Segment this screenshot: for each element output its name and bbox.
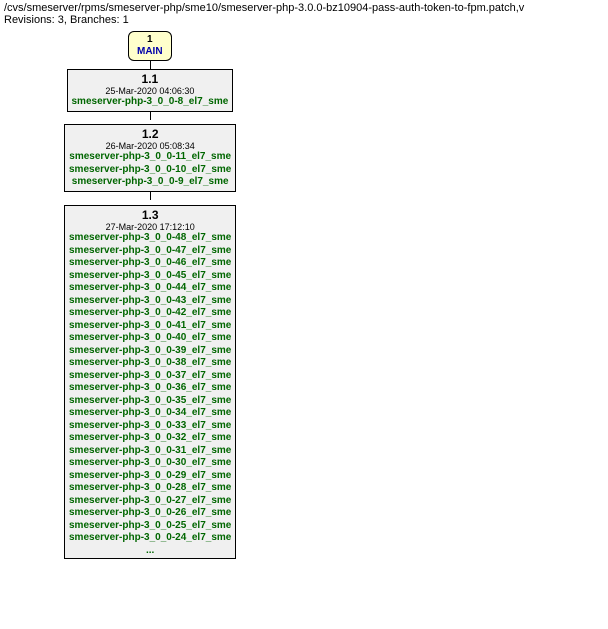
revision-box[interactable]: 1.226-Mar-2020 05:08:34smeserver-php-3_0… [64, 124, 236, 192]
revision-box[interactable]: 1.125-Mar-2020 04:06:30smeserver-php-3_0… [67, 69, 234, 112]
revision-tag: smeserver-php-3_0_0-42_el7_sme [69, 307, 231, 320]
connector [150, 61, 151, 69]
revision-date: 25-Mar-2020 04:06:30 [72, 86, 229, 96]
revision-tag: smeserver-php-3_0_0-36_el7_sme [69, 382, 231, 395]
revision-tag: smeserver-php-3_0_0-39_el7_sme [69, 345, 231, 358]
connector [150, 192, 151, 200]
branch-name: MAIN [137, 46, 163, 58]
revision-tag: smeserver-php-3_0_0-28_el7_sme [69, 482, 231, 495]
revision-tag: smeserver-php-3_0_0-9_el7_sme [69, 176, 231, 189]
revision-tag: smeserver-php-3_0_0-44_el7_sme [69, 282, 231, 295]
revision-tag: smeserver-php-3_0_0-10_el7_sme [69, 164, 231, 177]
branch-number: 1 [137, 34, 163, 46]
revision-stats: Revisions: 3, Branches: 1 [4, 14, 604, 26]
revision-tag: smeserver-php-3_0_0-30_el7_sme [69, 457, 231, 470]
revision-tag: smeserver-php-3_0_0-40_el7_sme [69, 332, 231, 345]
revision-tag: smeserver-php-3_0_0-47_el7_sme [69, 245, 231, 258]
revision-tag: smeserver-php-3_0_0-45_el7_sme [69, 270, 231, 283]
revision-tags-truncated: ... [69, 545, 231, 556]
revision-number: 1.2 [69, 127, 231, 141]
branch-box[interactable]: 1MAIN [128, 31, 172, 61]
revision-box[interactable]: 1.327-Mar-2020 17:12:10smeserver-php-3_0… [64, 205, 236, 559]
revision-tag: smeserver-php-3_0_0-34_el7_sme [69, 407, 231, 420]
revision-tag: smeserver-php-3_0_0-27_el7_sme [69, 495, 231, 508]
revision-tag: smeserver-php-3_0_0-43_el7_sme [69, 295, 231, 308]
revision-date: 27-Mar-2020 17:12:10 [69, 222, 231, 232]
revision-tag: smeserver-php-3_0_0-37_el7_sme [69, 370, 231, 383]
revision-tag: smeserver-php-3_0_0-38_el7_sme [69, 357, 231, 370]
revision-date: 26-Mar-2020 05:08:34 [69, 141, 231, 151]
revision-tag: smeserver-php-3_0_0-35_el7_sme [69, 395, 231, 408]
connector [150, 112, 151, 120]
revision-number: 1.1 [72, 72, 229, 86]
revision-graph: 1MAIN1.125-Mar-2020 04:06:30smeserver-ph… [0, 27, 608, 589]
revision-tag: smeserver-php-3_0_0-26_el7_sme [69, 507, 231, 520]
revision-tag: smeserver-php-3_0_0-46_el7_sme [69, 257, 231, 270]
revision-tag: smeserver-php-3_0_0-24_el7_sme [69, 532, 231, 545]
revision-tag: smeserver-php-3_0_0-25_el7_sme [69, 520, 231, 533]
revision-number: 1.3 [69, 208, 231, 222]
revision-tag: smeserver-php-3_0_0-31_el7_sme [69, 445, 231, 458]
header: /cvs/smeserver/rpms/smeserver-php/sme10/… [0, 0, 608, 27]
revision-tag: smeserver-php-3_0_0-41_el7_sme [69, 320, 231, 333]
revision-tag: smeserver-php-3_0_0-29_el7_sme [69, 470, 231, 483]
revision-tag: smeserver-php-3_0_0-32_el7_sme [69, 432, 231, 445]
revision-tag: smeserver-php-3_0_0-48_el7_sme [69, 232, 231, 245]
revision-tag: smeserver-php-3_0_0-11_el7_sme [69, 151, 231, 164]
revision-tag: smeserver-php-3_0_0-8_el7_sme [72, 96, 229, 109]
revision-tag: smeserver-php-3_0_0-33_el7_sme [69, 420, 231, 433]
file-path: /cvs/smeserver/rpms/smeserver-php/sme10/… [4, 2, 604, 14]
